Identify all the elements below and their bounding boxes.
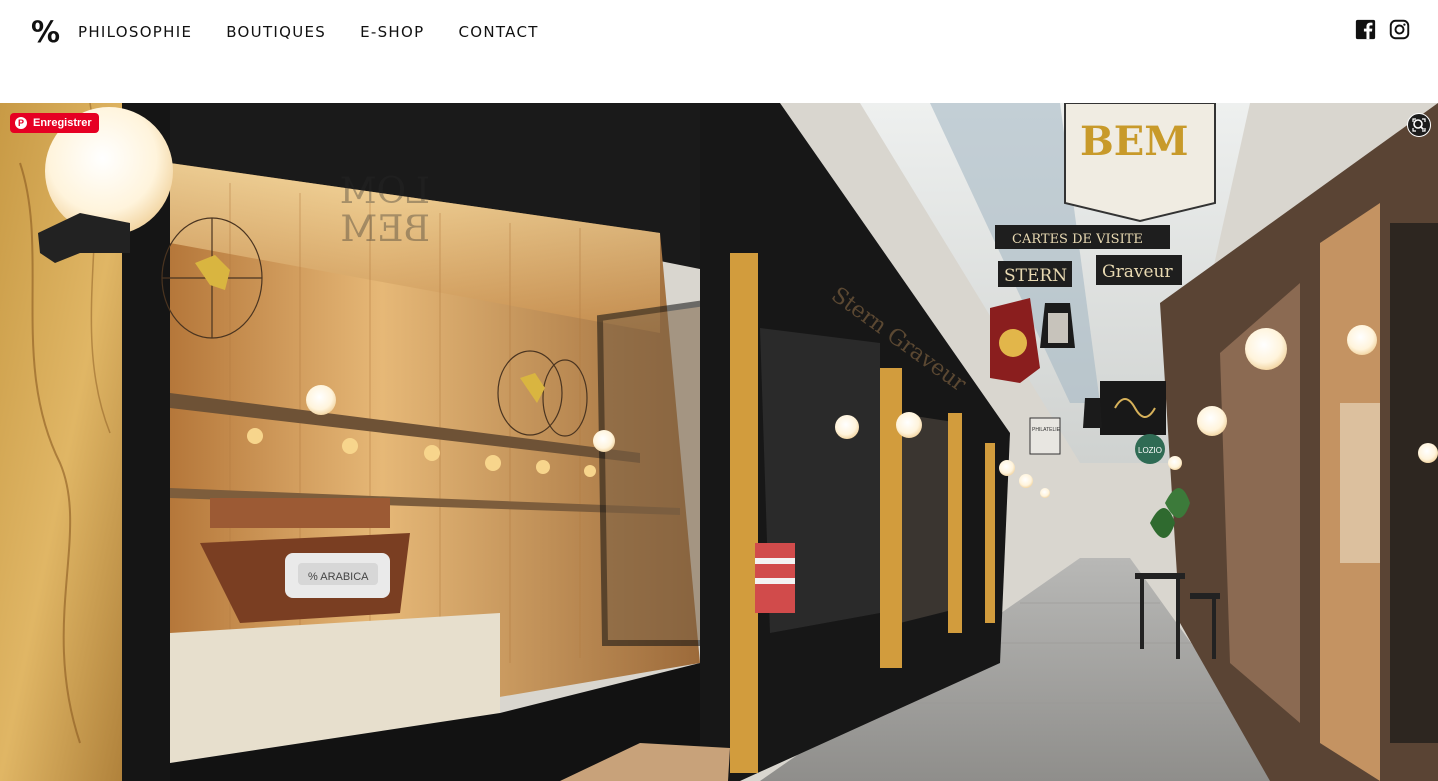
machine-label: % ARABICA [308, 571, 369, 583]
site-logo[interactable]: % [31, 17, 60, 47]
sign-stern: STERN [1004, 266, 1067, 286]
sign-bem: BEM [1080, 118, 1189, 165]
lens-icon [1412, 118, 1426, 132]
instagram-icon[interactable] [1389, 19, 1410, 40]
social-links [1355, 19, 1410, 40]
nav-philosophie[interactable]: PHILOSOPHIE [78, 22, 192, 42]
pinterest-save-label: Enregistrer [33, 117, 92, 129]
reflection-bem: BEM [340, 209, 430, 250]
sign-cartes: CARTES DE VISITE [1012, 232, 1143, 247]
reflection-lom: LOM [340, 171, 430, 212]
pinterest-save-button[interactable]: P Enregistrer [10, 113, 99, 133]
nav-contact[interactable]: CONTACT [458, 22, 538, 42]
passage-storefront-photo: % ARABICA LOM BEM Stern Graveur BEM CART… [0, 103, 1438, 781]
sign-lozio: LOZIO [1138, 446, 1162, 455]
visual-search-button[interactable] [1407, 113, 1431, 137]
pinterest-icon: P [15, 117, 27, 129]
hero-image: % ARABICA LOM BEM Stern Graveur BEM CART… [0, 103, 1438, 781]
nav-boutiques[interactable]: BOUTIQUES [226, 22, 326, 42]
facebook-icon[interactable] [1355, 19, 1376, 40]
site-header: % PHILOSOPHIE BOUTIQUES E-SHOP CONTACT [0, 0, 1438, 103]
main-nav: PHILOSOPHIE BOUTIQUES E-SHOP CONTACT [78, 22, 573, 42]
nav-eshop[interactable]: E-SHOP [360, 22, 424, 42]
sign-philatelie: PHILATELIE [1032, 427, 1061, 433]
sign-graveur: Graveur [1102, 262, 1173, 282]
